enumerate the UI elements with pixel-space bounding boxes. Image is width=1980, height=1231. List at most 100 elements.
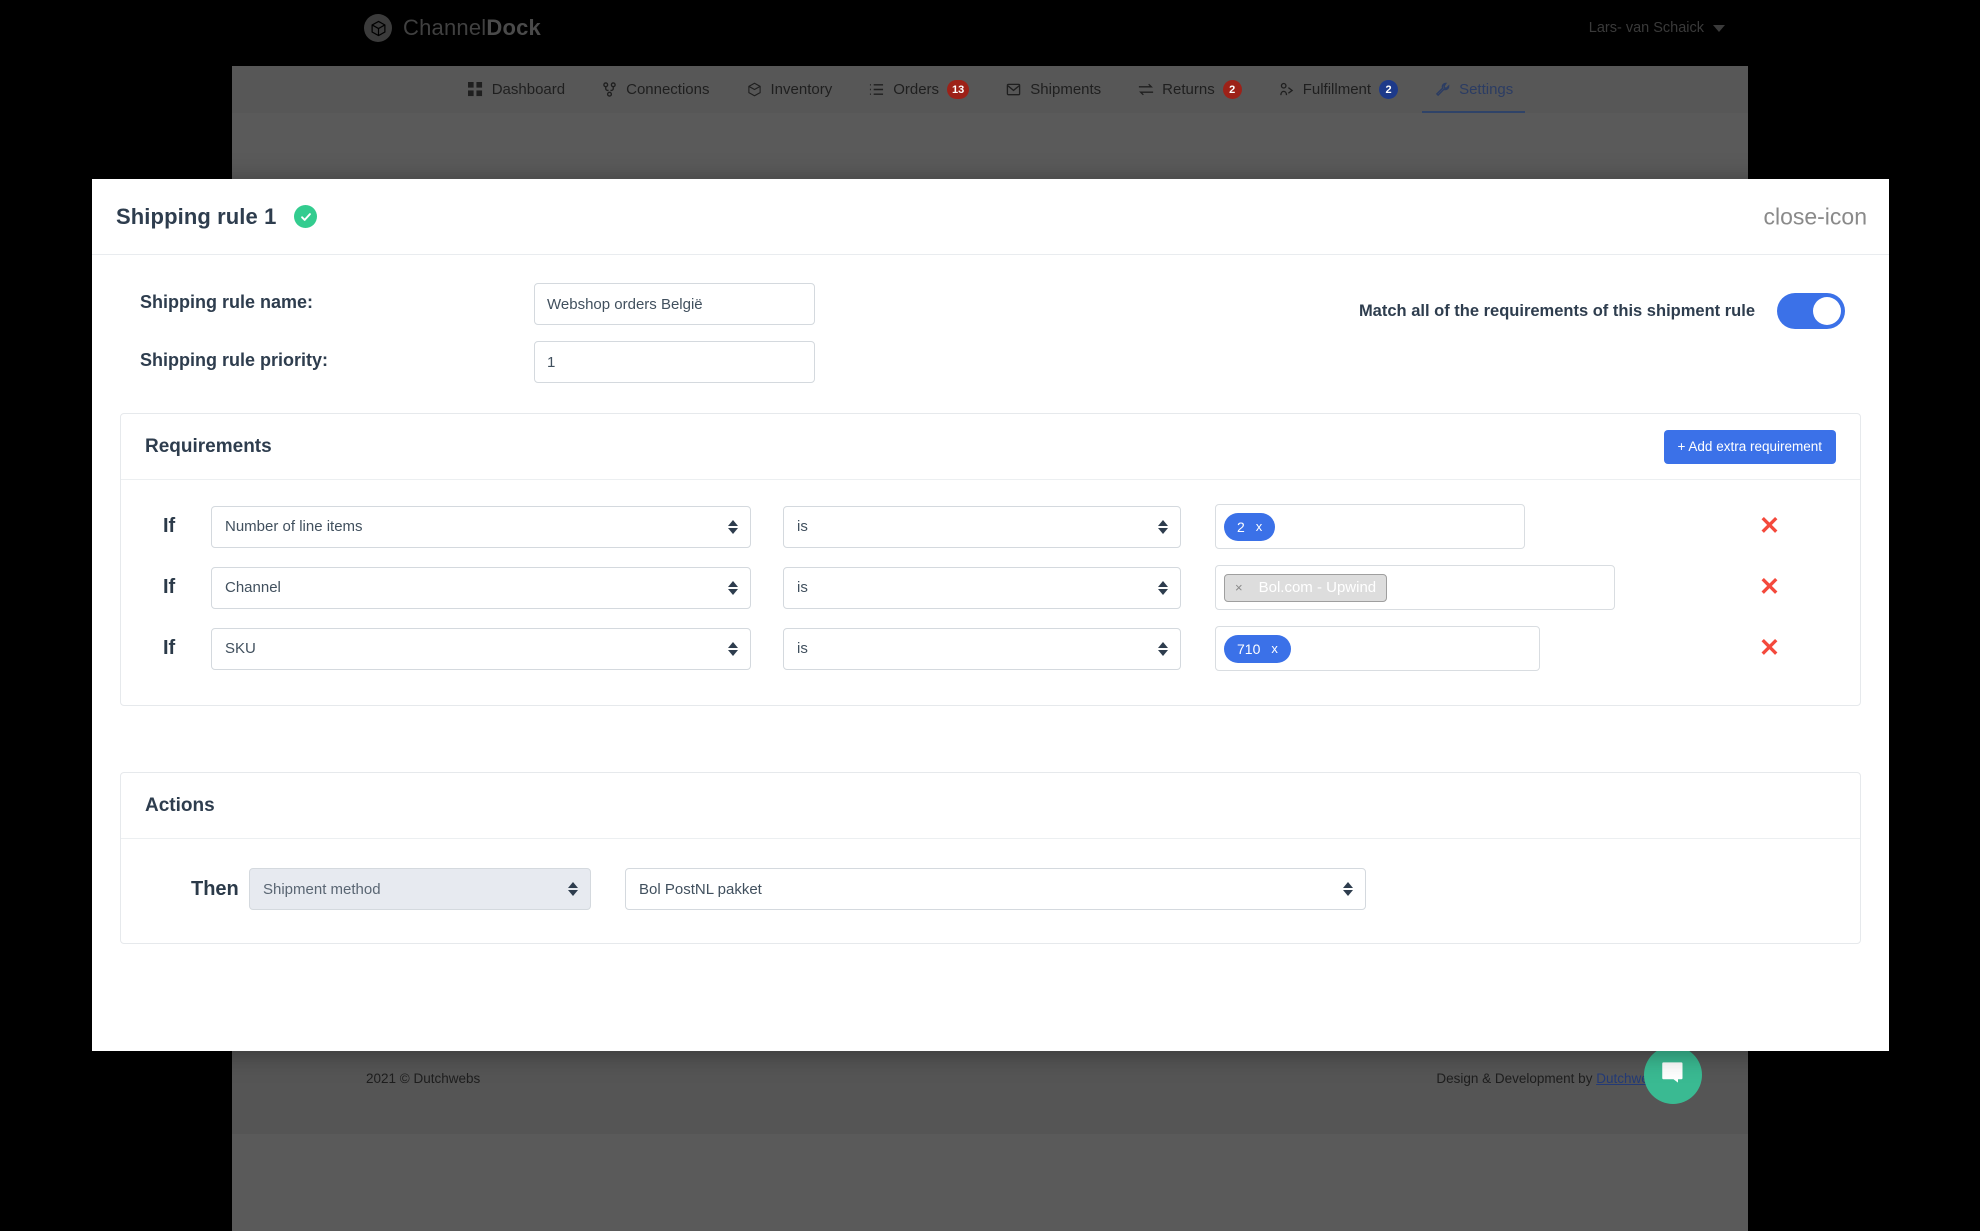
cube-icon [364,14,392,42]
nav-label: Dashboard [491,81,566,98]
nav-label: Inventory [770,81,833,98]
grid-icon [467,81,484,98]
nav-item-connections[interactable]: Connections [583,66,727,113]
requirement-operator-select[interactable]: is [783,566,1181,609]
nav-item-settings[interactable]: Settings [1416,66,1531,113]
nav-item-dashboard[interactable]: Dashboard [449,66,583,113]
close-icon[interactable]: close-icon [1763,205,1867,228]
value-tag-label: 2 [1237,518,1245,535]
logo-text-light: Channel [403,15,487,40]
shipping-rule-priority-input[interactable] [534,341,815,383]
shipping-rule-name-label: Shipping rule name: [140,292,314,312]
nav-label: Fulfillment [1302,81,1372,98]
nav-item-inventory[interactable]: Inventory [728,66,851,113]
chat-widget-button[interactable] [1644,1046,1702,1104]
check-circle-icon [294,205,318,228]
logo-text: ChannelDock [403,15,541,41]
nav-item-shipments[interactable]: Shipments [987,66,1119,113]
footer-credit-prefix: Design & Development by [1436,1071,1597,1086]
list-icon [868,81,885,98]
actions-title: Actions [145,794,215,816]
value-tag[interactable]: 2 x [1224,512,1276,541]
nav-label: Shipments [1030,81,1102,98]
fulfillment-badge: 2 [1379,80,1399,99]
select-arrows-icon [1343,882,1353,896]
value-tag-label: Bol.com - Upwind [1258,579,1377,596]
requirement-attribute-select[interactable]: Number of line items [211,505,751,548]
requirement-attribute-value: SKU [225,640,256,657]
requirement-operator-select[interactable]: is [783,505,1181,548]
handshake-icon [1278,81,1295,98]
value-tag-remove-icon[interactable]: x [1256,519,1263,534]
value-tag-remove-icon[interactable]: x [1271,641,1278,656]
nav-label: Orders [893,81,940,98]
shipping-rule-priority-label: Shipping rule priority: [140,350,328,370]
requirement-attribute-select[interactable]: Channel [211,566,751,609]
requirement-attribute-select[interactable]: SKU [211,627,751,670]
delete-requirement-icon[interactable]: ✕ [1759,575,1780,600]
user-name: Lars- van Schaick [1588,20,1704,36]
returns-badge: 2 [1222,80,1242,99]
actions-header: Actions [121,773,1860,839]
toggle-knob [1813,297,1841,325]
actions-panel: Actions Then Shipment method Bol PostNL … [120,772,1861,944]
requirement-value-tagbox[interactable]: 2 x [1215,504,1525,549]
requirement-operator-select[interactable]: is [783,627,1181,670]
shipping-rule-name-input[interactable] [534,283,815,325]
action-value-value: Bol PostNL pakket [639,880,762,898]
requirements-header: Requirements + Add extra requirement [121,414,1860,480]
requirements-title: Requirements [145,435,272,457]
wrench-icon [1434,81,1451,98]
if-label: If [163,637,176,659]
requirement-row: If SKU is 710 x ✕ [145,618,1836,679]
action-row: Then Shipment method Bol PostNL pakket [145,855,1836,917]
value-tag-remove-icon[interactable]: × [1235,580,1243,595]
requirement-row: If Channel is × Bol.com - Upwind ✕ [145,557,1836,618]
delete-requirement-icon[interactable]: ✕ [1759,636,1780,661]
match-all-toggle[interactable] [1777,293,1845,329]
modal-body: Shipping rule name: Shipping rule priori… [92,255,1889,944]
footer-credit: Design & Development by Dutchwebs [1436,1071,1663,1086]
box-icon [746,81,763,98]
envelope-icon [1005,81,1022,98]
brand-bar: ChannelDock Lars- van Schaick [0,0,1980,66]
requirement-attribute-value: Channel [225,579,281,596]
add-extra-requirement-button[interactable]: + Add extra requirement [1663,429,1836,464]
select-arrows-icon [728,641,738,656]
shipping-rule-modal: Shipping rule 1 close-icon Shipping rule… [92,179,1889,1051]
action-type-select[interactable]: Shipment method [249,868,591,910]
rule-meta-form: Shipping rule name: Shipping rule priori… [120,281,1861,399]
select-arrows-icon [728,580,738,595]
orders-badge: 13 [947,80,970,99]
action-value-select[interactable]: Bol PostNL pakket [625,868,1366,910]
requirements-panel: Requirements + Add extra requirement If … [120,413,1861,706]
chat-smile-icon [1660,1059,1687,1091]
nav-label: Returns [1162,81,1215,98]
requirement-value-tagbox[interactable]: × Bol.com - Upwind [1215,565,1615,610]
requirement-attribute-value: Number of line items [225,518,363,535]
nav-label: Connections [626,81,710,98]
select-arrows-icon [1158,580,1168,595]
user-menu[interactable]: Lars- van Schaick [1589,20,1725,36]
value-tag-label: 710 [1237,640,1261,657]
select-arrows-icon [1158,519,1168,534]
value-tag[interactable]: × Bol.com - Upwind [1224,573,1388,602]
value-tag[interactable]: 710 x [1224,634,1291,663]
requirement-operator-value: is [797,640,808,657]
if-label: If [163,515,176,537]
select-arrows-icon [1158,641,1168,656]
nav-item-orders[interactable]: Orders 13 [850,66,987,113]
requirements-list: If Number of line items is 2 x ✕ If Chan… [121,480,1860,705]
app-logo[interactable]: ChannelDock [364,14,541,42]
actions-list: Then Shipment method Bol PostNL pakket [121,839,1860,943]
requirement-value-tagbox[interactable]: 710 x [1215,626,1540,671]
match-all-requirements: Match all of the requirements of this sh… [1359,293,1845,329]
share-icon [601,81,618,98]
nav-item-fulfillment[interactable]: Fulfillment 2 [1260,66,1416,113]
action-type-value: Shipment method [263,880,381,898]
delete-requirement-icon[interactable]: ✕ [1759,514,1780,539]
chevron-down-icon [1713,24,1725,32]
nav-item-returns[interactable]: Returns 2 [1119,66,1260,113]
select-arrows-icon [728,519,738,534]
requirement-operator-value: is [797,579,808,596]
